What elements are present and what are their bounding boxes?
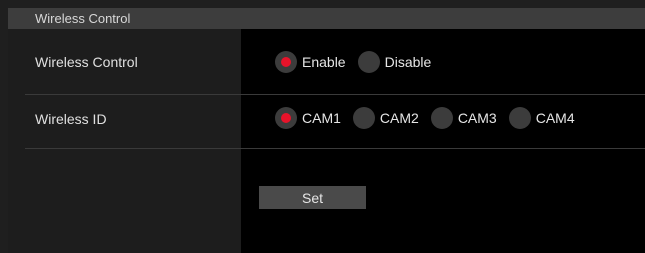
disable-radio[interactable] xyxy=(357,51,380,73)
cam3-radio[interactable] xyxy=(430,107,453,129)
radio-selected-dot xyxy=(281,113,291,123)
cam2-label: CAM2 xyxy=(379,110,419,126)
cam1-label: CAM1 xyxy=(302,110,341,126)
cam1-radio[interactable] xyxy=(275,107,297,129)
cam2-radio[interactable] xyxy=(352,107,375,129)
cam3-option[interactable]: CAM3 xyxy=(430,107,497,129)
wireless-control-label: Wireless Control xyxy=(35,54,138,70)
wireless-id-options: CAM1 CAM2 CAM3 CAM4 xyxy=(275,107,587,129)
cam2-option[interactable]: CAM2 xyxy=(352,107,419,129)
wireless-control-row: Wireless Control Enable Disable xyxy=(25,29,645,95)
enable-option[interactable]: Enable xyxy=(275,51,346,73)
panel-body: Wireless Control Enable Disable Wireless… xyxy=(8,29,645,253)
cam4-option[interactable]: CAM4 xyxy=(508,107,575,129)
cam4-label: CAM4 xyxy=(535,110,575,126)
wireless-id-row: Wireless ID CAM1 CAM2 CAM3 CAM4 xyxy=(25,95,645,149)
cam3-label: CAM3 xyxy=(457,110,497,126)
disable-option[interactable]: Disable xyxy=(357,51,432,73)
section-header: Wireless Control xyxy=(8,8,645,29)
cam4-radio[interactable] xyxy=(508,107,531,129)
cam1-option[interactable]: CAM1 xyxy=(275,107,341,129)
radio-selected-dot xyxy=(281,57,291,67)
wireless-control-options: Enable Disable xyxy=(275,51,443,73)
wireless-control-panel: Wireless Control Wireless Control Enable… xyxy=(8,8,645,253)
set-button[interactable]: Set xyxy=(259,186,366,209)
enable-label: Enable xyxy=(302,54,346,70)
disable-label: Disable xyxy=(384,54,432,70)
wireless-id-label: Wireless ID xyxy=(35,111,107,127)
enable-radio[interactable] xyxy=(275,51,297,73)
